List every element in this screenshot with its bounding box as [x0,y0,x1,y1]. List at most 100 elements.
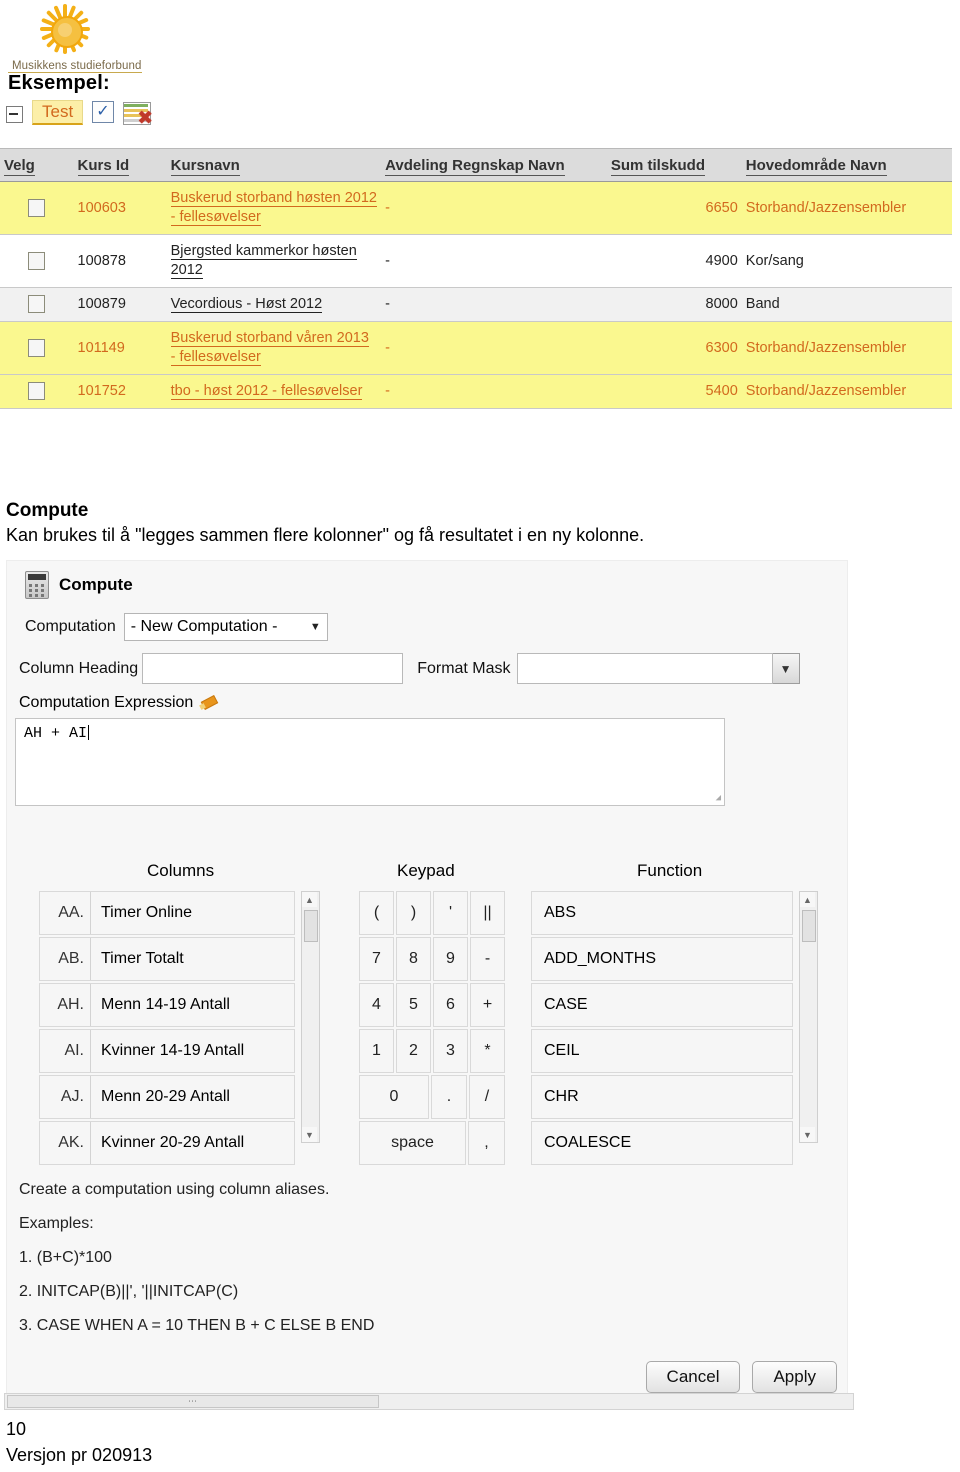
columns-list-scrollbar[interactable]: ▲ ▼ [301,891,320,1143]
table-row[interactable]: 101149 Buskerud storband våren 2013 - fe… [0,321,952,375]
keypad-key[interactable]: , [468,1121,505,1165]
table-row[interactable]: 100879 Vecordious - Høst 2012 - 8000 Ban… [0,287,952,322]
scroll-down-arrow-icon[interactable]: ▼ [800,1127,815,1142]
scroll-down-arrow-icon[interactable]: ▼ [302,1127,317,1142]
keypad-key[interactable]: 5 [396,983,431,1027]
cell-kursnavn[interactable]: Buskerud storband høsten 2012 - fellesøv… [166,181,382,235]
checkbox-icon[interactable]: ✓ [92,101,115,123]
keypad-key[interactable]: 4 [359,983,394,1027]
grid-delete-icon[interactable]: ✖ [123,102,153,128]
row-select-cell[interactable] [0,321,74,375]
keypad-key[interactable]: 8 [396,937,431,981]
row-select-cell[interactable] [0,181,74,235]
pencil-icon[interactable] [199,695,219,711]
column-label: Timer Totalt [101,950,184,967]
columns-list-item[interactable]: AA. Timer Online [39,891,295,935]
cell-kursnavn[interactable]: tbo - høst 2012 - fellesøvelser [166,374,382,409]
table-row[interactable]: 101752 tbo - høst 2012 - fellesøvelser -… [0,374,952,409]
keypad-key[interactable]: + [470,983,505,1027]
cancel-button[interactable]: Cancel [645,1361,741,1393]
keypad-key[interactable]: 6 [433,983,468,1027]
column-label: Kvinner 14-19 Antall [101,1042,245,1059]
scrollbar-thumb[interactable] [304,910,318,942]
computation-expression-textarea[interactable]: AH + AI ◢ [15,718,725,806]
row-checkbox[interactable] [28,251,46,270]
cell-kursnavn[interactable]: Bjergsted kammerkor høsten 2012 [166,234,382,288]
report-toolbar: Test ✓ ✖ [6,95,153,128]
resize-handle-icon[interactable]: ◢ [716,793,721,803]
format-mask-dropdown-button[interactable]: ▼ [772,653,800,684]
function-list-item[interactable]: ABS [531,891,793,935]
keypad-key[interactable]: / [469,1075,505,1119]
cell-avdeling: - [381,287,607,322]
columns-list-item[interactable]: AK. Kvinner 20-29 Antall [39,1121,295,1165]
scrollbar-thumb[interactable]: ⋯ [7,1395,379,1408]
cell-hovedomrade: Band [741,287,952,322]
keypad-key[interactable]: 3 [433,1029,468,1073]
row-select-cell[interactable] [0,287,74,322]
scroll-up-arrow-icon[interactable]: ▲ [800,892,815,907]
function-list-item[interactable]: CASE [531,983,793,1027]
row-select-cell[interactable] [0,234,74,288]
cell-sum: 4900 [606,234,742,288]
keypad-key[interactable]: . [431,1075,467,1119]
function-panel-heading: Function [637,861,703,880]
keypad-key[interactable]: 1 [359,1029,394,1073]
columns-list-item[interactable]: AB. Timer Totalt [39,937,295,981]
keypad-key[interactable]: * [470,1029,505,1073]
columns-list-item[interactable]: AI. Kvinner 14-19 Antall [39,1029,295,1073]
keypad-key[interactable]: ' [433,891,468,935]
function-list-scrollbar[interactable]: ▲ ▼ [799,891,818,1143]
keypad-key[interactable]: ( [359,891,394,935]
tab-test[interactable]: Test [32,100,84,125]
keypad-key[interactable]: 7 [359,937,394,981]
column-alias: AH. [40,984,91,1026]
footer-page-number: 10 [6,1419,27,1439]
keypad-key[interactable]: 2 [396,1029,431,1073]
scrollbar-thumb[interactable] [802,910,816,942]
cell-hovedomrade: Kor/sang [741,234,952,288]
expression-value: AH + AI [24,725,88,742]
row-checkbox[interactable] [28,198,46,217]
help-example-3: 3. CASE WHEN A = 10 THEN B + C ELSE B EN… [19,1317,375,1334]
scroll-up-arrow-icon[interactable]: ▲ [302,892,317,907]
cell-kursnavn[interactable]: Vecordious - Høst 2012 [166,287,382,322]
keypad-key[interactable]: || [470,891,505,935]
row-checkbox[interactable] [28,338,46,357]
function-list-item[interactable]: CEIL [531,1029,793,1073]
cell-avdeling: - [381,181,607,235]
format-mask-input[interactable] [516,653,773,684]
columns-list-item[interactable]: AJ. Menn 20-29 Antall [39,1075,295,1119]
apply-button[interactable]: Apply [752,1361,837,1393]
function-list-item[interactable]: CHR [531,1075,793,1119]
function-label: ADD_MONTHS [544,950,657,967]
table-row[interactable]: 100603 Buskerud storband høsten 2012 - f… [0,181,952,235]
horizontal-scrollbar[interactable]: ⋯ [4,1393,854,1410]
column-header-avdeling[interactable]: Avdeling Regnskap Navn [381,148,607,182]
cell-kurs-id: 100879 [73,287,167,322]
column-heading-input[interactable] [142,653,404,684]
keypad-key[interactable]: - [470,937,505,981]
function-list-item[interactable]: COALESCE [531,1121,793,1165]
column-header-hovedomrade[interactable]: Hovedområde Navn [741,148,952,182]
dialog-buttons: Cancel Apply [645,1361,837,1393]
table-row[interactable]: 100878 Bjergsted kammerkor høsten 2012 -… [0,234,952,288]
cell-kursnavn[interactable]: Buskerud storband våren 2013 - fellesøve… [166,321,382,375]
row-select-cell[interactable] [0,374,74,409]
keypad-key[interactable]: space [359,1121,466,1165]
column-header-kursnavn[interactable]: Kursnavn [166,148,382,182]
columns-list-item[interactable]: AH. Menn 14-19 Antall [39,983,295,1027]
column-header-kurs-id[interactable]: Kurs Id [73,148,167,182]
sunflower-icon [36,2,94,56]
function-label: ABS [544,904,577,921]
function-list-item[interactable]: ADD_MONTHS [531,937,793,981]
keypad-key[interactable]: ) [396,891,431,935]
column-header-velg[interactable]: Velg [0,148,74,182]
keypad-key[interactable]: 9 [433,937,468,981]
minus-box-icon[interactable] [6,106,23,123]
keypad-key[interactable]: 0 [359,1075,429,1119]
computation-select[interactable]: - New Computation - ▼ [123,613,328,641]
row-checkbox[interactable] [28,295,46,314]
column-header-sum[interactable]: Sum tilskudd [606,148,742,182]
row-checkbox[interactable] [28,382,46,401]
